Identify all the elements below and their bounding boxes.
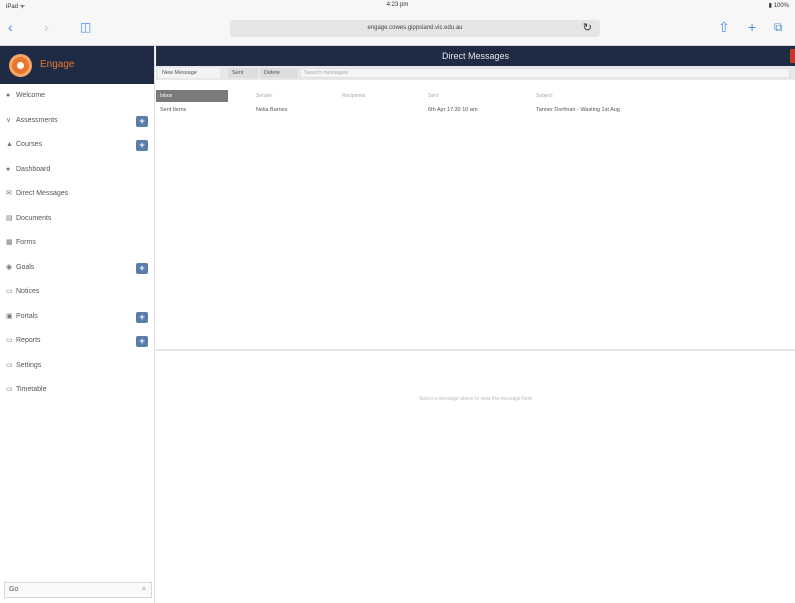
sidebar-item-direct-messages[interactable]: ✉ Direct Messages [0, 182, 154, 207]
column-header-sender[interactable]: Sender [256, 90, 272, 102]
expand-icon[interactable]: + [136, 115, 148, 127]
preview-divider[interactable] [156, 349, 795, 351]
sidebar-item-assessments[interactable]: ∨ Assessments + [0, 109, 154, 134]
column-header-subject[interactable]: Subject [536, 90, 553, 102]
sidebar-search-input[interactable]: Go × [4, 582, 152, 598]
table-header: Inbox Sender Recipients Sent Subject [156, 90, 795, 104]
table-cell: Sent Items [160, 107, 187, 113]
table-cell: Nelia Barnes [256, 107, 288, 113]
engage-logo-icon [9, 54, 32, 77]
sidebar-item-timetable[interactable]: ▭ Timetable [0, 378, 154, 403]
sidebar-item-courses[interactable]: ▲ Courses + [0, 133, 154, 158]
table-row[interactable]: Sent Items Nelia Barnes 6th Apr 17:30 10… [156, 104, 795, 116]
sidebar-item-documents[interactable]: ▤ Documents [0, 207, 154, 232]
bookmarks-icon[interactable]: ◫ [80, 19, 91, 35]
battery-indicator: ▮ 100% [768, 3, 789, 9]
nav-icon: ● [6, 165, 11, 173]
browser-toolbar: ‹ › ◫ engage.cowes.gippsland.vic.edu.au … [0, 12, 795, 46]
sidebar-item-label: Settings [16, 361, 42, 369]
main-content: Direct Messages New Message Sent Delete … [156, 46, 795, 603]
brand-header[interactable]: Engage [0, 46, 154, 84]
expand-icon[interactable]: + [136, 140, 148, 151]
sidebar-item-label: Assessments [16, 116, 58, 124]
status-bar: iPad ᯤ 4:23 pm ▮ 100% [0, 0, 795, 12]
url-text: engage.cowes.gippsland.vic.edu.au [367, 25, 463, 31]
sidebar-item-label: Documents [16, 214, 52, 222]
brand-name: Engage [40, 59, 75, 70]
search-input[interactable]: Search messages [300, 68, 790, 78]
sidebar-item-label: Notices [16, 288, 40, 295]
sidebar-nav: ● Welcome ∨ Assessments + ▲ Courses + ● Dashboard… [0, 84, 154, 403]
nav-icon: ▤ [6, 214, 13, 222]
sidebar-item-welcome[interactable]: ● Welcome [0, 84, 154, 109]
expand-icon[interactable]: + [136, 311, 148, 323]
address-bar[interactable]: engage.cowes.gippsland.vic.edu.au ↻ [230, 20, 600, 37]
sidebar-item-goals[interactable]: ◉ Goals + [0, 256, 154, 281]
sidebar: Engage ● Welcome ∨ Assessments + ▲ Courses + ● Da… [0, 46, 155, 603]
new-tab-icon[interactable]: + [748, 19, 756, 35]
delete-button[interactable]: Delete [260, 68, 298, 78]
nav-icon: ● [6, 92, 11, 99]
sidebar-item-label: Dashboard [16, 165, 51, 173]
tabs-icon[interactable]: ⧉ [774, 19, 783, 35]
new-message-button[interactable]: New Message [158, 68, 220, 78]
sidebar-item-label: Goals [16, 263, 35, 271]
sidebar-item-portals[interactable]: ▣ Portals + [0, 305, 154, 330]
header-marker [790, 49, 795, 63]
column-header-recipients[interactable]: Recipients [342, 90, 365, 102]
nav-icon: ▲ [6, 141, 13, 148]
sidebar-item-forms[interactable]: ▦ Forms [0, 231, 154, 256]
sidebar-search-value: Go [9, 586, 19, 593]
sent-button[interactable]: Sent [228, 68, 258, 78]
sidebar-item-notices[interactable]: ▭ Notices [0, 280, 154, 305]
nav-icon: ✉ [6, 190, 12, 197]
sidebar-item-settings[interactable]: ▭ Settings [0, 354, 154, 379]
message-toolbar: New Message Sent Delete Search messages [156, 66, 795, 80]
sidebar-item-dashboard[interactable]: ● Dashboard [0, 158, 154, 183]
nav-icon: ◉ [6, 263, 13, 271]
column-header-sent[interactable]: Sent [428, 90, 438, 102]
sidebar-item-label: Forms [16, 239, 36, 246]
page-title: Direct Messages [441, 51, 510, 61]
nav-icon: ∨ [6, 116, 12, 124]
clock: 4:23 pm [386, 2, 409, 8]
sidebar-item-label: Welcome [16, 92, 46, 99]
sidebar-item-label: Portals [16, 312, 38, 320]
preview-empty-message: Select a message above to view the messa… [418, 396, 533, 402]
reload-icon[interactable]: ↻ [583, 20, 592, 37]
sidebar-item-label: Reports [16, 337, 41, 344]
expand-icon[interactable]: + [136, 336, 148, 347]
nav-icon: ▦ [6, 239, 13, 246]
nav-icon: ▭ [6, 288, 13, 295]
nav-icon: ▭ [6, 361, 13, 369]
share-icon[interactable]: ⇧ [718, 19, 730, 35]
clear-icon[interactable]: × [142, 583, 146, 597]
column-header-inbox[interactable]: Inbox [156, 90, 228, 102]
back-icon[interactable]: ‹ [8, 19, 13, 35]
page-header: Direct Messages [156, 46, 795, 66]
sidebar-item-label: Direct Messages [16, 190, 69, 197]
nav-icon: ▭ [6, 337, 13, 344]
sidebar-item-label: Courses [16, 141, 43, 148]
forward-icon[interactable]: › [44, 19, 49, 35]
sidebar-item-label: Timetable [16, 386, 47, 393]
expand-icon[interactable]: + [136, 262, 148, 274]
table-cell: 6th Apr 17:30 10 am [428, 107, 478, 113]
nav-icon: ▭ [6, 386, 13, 393]
nav-icon: ▣ [6, 312, 13, 320]
table-cell: Tanner Dorfman - Wasting 1st Aug [536, 107, 620, 113]
sidebar-item-reports[interactable]: ▭ Reports + [0, 329, 154, 354]
